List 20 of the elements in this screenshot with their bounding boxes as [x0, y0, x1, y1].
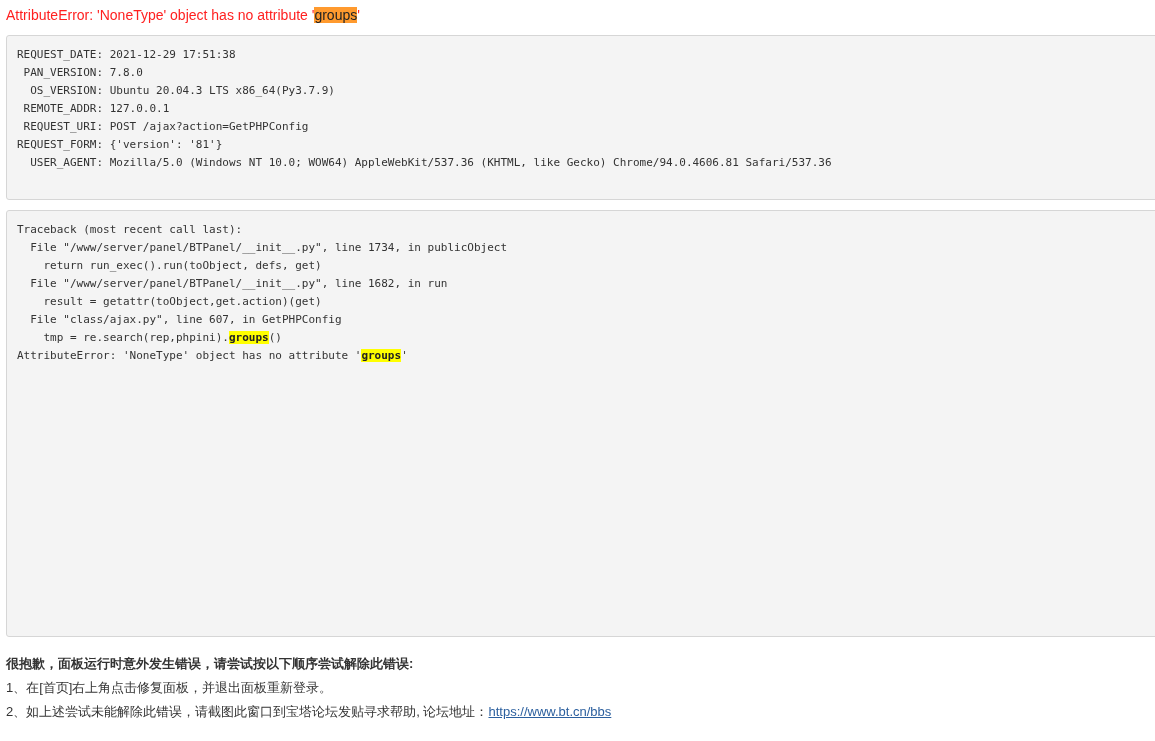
traceback-line: return run_exec().run(toObject, defs, get) [42, 258, 323, 274]
help-heading: 很抱歉，面板运行时意外发生错误，请尝试按以下顺序尝试解除此错误: [6, 655, 415, 673]
traceback-line: result = getattr(toObject,get.action)(get) [42, 294, 323, 310]
request-info-line: REQUEST_FORM: {'version': '81'} [17, 137, 224, 153]
request-info-line: REMOTE_ADDR: 127.0.0.1 [22, 101, 171, 117]
traceback-line: AttributeError: 'NoneType' object has no attribute 'groups' [17, 348, 409, 364]
traceback-line: File "/www/server/panel/BTPanel/__init__.py", line 1682, in run [29, 276, 449, 292]
traceback-line: tmp = re.search(rep,phpini).groups() [42, 330, 283, 346]
error-title: AttributeError: 'NoneType' object has no attribute 'groups' [5, 6, 361, 25]
traceback-line: File "class/ajax.py", line 607, in GetPHPConfig [29, 312, 343, 328]
request-info-line: REQUEST_DATE: 2021-12-29 17:51:38 [17, 47, 237, 63]
request-info-line: PAN_VERSION: 7.8.0 [22, 65, 144, 81]
forum-link[interactable]: https://www.bt.cn/bbs [488, 704, 612, 719]
request-info-line: USER_AGENT: Mozilla/5.0 (Windows NT 10.0; WOW64) AppleWebKit/537.36 (KHTML, like Gecko) Chrome/94.0.4606.81 Safari/537.36 [29, 155, 833, 171]
help-step: 2、如上述尝试未能解除此错误，请截图此窗口到宝塔论坛发贴寻求帮助, 论坛地址：https://www.bt.cn/bbs [6, 702, 1155, 722]
request-info-line: REQUEST_URI: POST /ajax?action=GetPHPConfig [22, 119, 310, 135]
request-info-line: OS_VERSION: Ubuntu 20.04.3 LTS x86_64(Py3.7.9) [29, 83, 336, 99]
traceback-line: Traceback (most recent call last): [17, 222, 244, 238]
help-step: 1、在[首页]右上角点击修复面板，并退出面板重新登录。 [6, 678, 1155, 698]
traceback-line: File "/www/server/panel/BTPanel/__init__.py", line 1734, in publicObject [29, 240, 509, 256]
